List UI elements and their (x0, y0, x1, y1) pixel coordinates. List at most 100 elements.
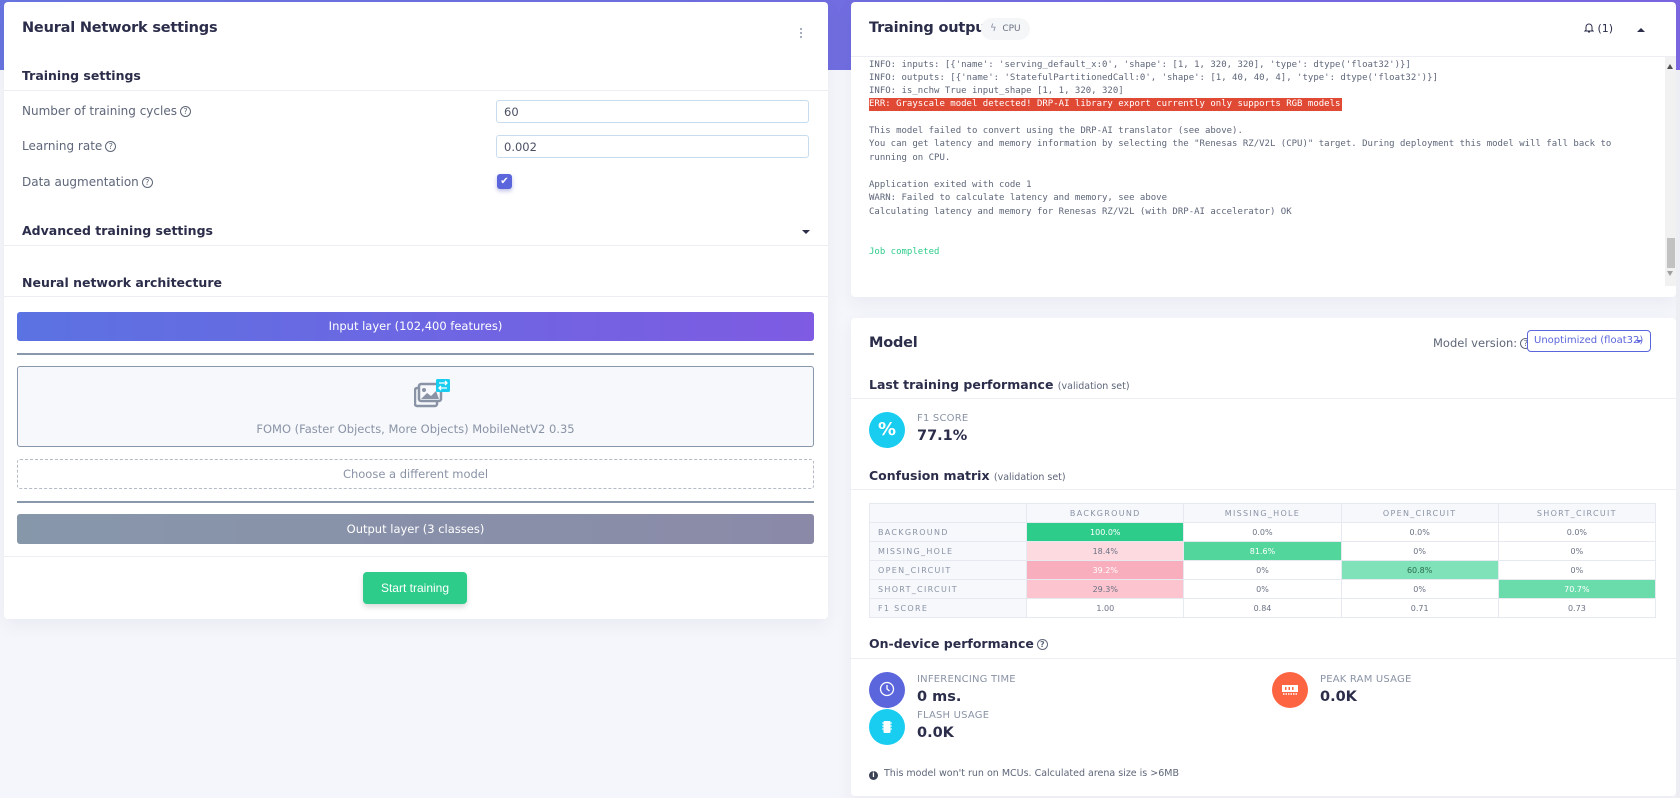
training-log[interactable]: ' '' ' ' ' ' INFO: inputs: [{'name': 'se… (851, 56, 1676, 286)
card-title: Neural Network settings (22, 20, 218, 36)
table-row: MISSING_HOLE 18.4% 81.6% 0% 0% (868, 541, 1657, 561)
matrix-cell: 0% (1497, 541, 1657, 561)
model-block[interactable]: FOMO (Faster Objects, More Objects) Mobi… (17, 366, 814, 447)
training-cycles-label: Number of training cycles? (22, 104, 191, 118)
matrix-cell: 0.71 (1340, 598, 1499, 618)
card-title: Model (869, 335, 918, 351)
model-card: Model Model version:? Unoptimized (float… (851, 318, 1676, 796)
divider (4, 90, 828, 91)
matrix-cell: 70.7% (1497, 579, 1657, 599)
row-header: BACKGROUND (868, 522, 1028, 542)
help-icon[interactable]: ? (105, 141, 117, 152)
bolt-icon: ϟ (990, 23, 997, 34)
row-header: MISSING_HOLE (868, 541, 1028, 561)
ram-icon (1272, 672, 1308, 708)
log-line-success: Job completed (869, 247, 940, 257)
f1-score-value: 77.1% (917, 428, 968, 444)
matrix-cell: 81.6% (1183, 541, 1342, 561)
scroll-up-icon[interactable] (1667, 64, 1673, 69)
output-layer-block: Output layer (3 classes) (17, 514, 814, 544)
help-icon[interactable]: ? (179, 106, 191, 117)
model-version-label: Model version:? (1433, 336, 1532, 350)
input-layer-block: Input layer (102,400 features) (17, 312, 814, 341)
row-header: F1 SCORE (868, 598, 1028, 618)
matrix-cell: 0% (1340, 579, 1499, 599)
last-training-performance-title: Last training performance (validation se… (869, 377, 1130, 392)
log-line: INFO: outputs: [{'name': 'StatefulPartit… (869, 73, 1438, 83)
matrix-cell: 0.0% (1497, 522, 1657, 542)
divider (851, 489, 1676, 490)
choose-different-model-button[interactable]: Choose a different model (17, 459, 814, 489)
training-output-card: Training output ϟ CPU (1) ' '' ' ' ' ' I… (851, 2, 1676, 297)
column-header: BACKGROUND (1026, 503, 1185, 523)
model-name: FOMO (Faster Objects, More Objects) Mobi… (256, 422, 575, 436)
matrix-cell: 39.2% (1026, 560, 1185, 580)
layer-connector (17, 353, 814, 355)
log-scrollbar[interactable] (1665, 57, 1676, 286)
scrollbar-thumb[interactable] (1667, 238, 1675, 268)
percent-icon: % (869, 412, 905, 448)
matrix-cell: 0.73 (1497, 598, 1657, 618)
matrix-cell: 0% (1183, 560, 1342, 580)
divider (851, 658, 1676, 659)
scrollbar-thumb[interactable] (1676, 0, 1680, 70)
log-line: INFO: inputs: [{'name': 'serving_default… (869, 60, 1411, 70)
help-icon[interactable]: ? (141, 177, 153, 188)
log-line: You can get latency and memory informati… (869, 139, 1612, 149)
more-options-icon[interactable] (796, 27, 806, 41)
column-header: OPEN_CIRCUIT (1340, 503, 1499, 523)
table-header-row: BACKGROUND MISSING_HOLE OPEN_CIRCUIT SHO… (868, 503, 1657, 523)
card-title: Training output (869, 20, 993, 36)
advanced-training-settings-toggle[interactable]: Advanced training settings (22, 223, 213, 238)
checkmark-icon: ✔ (500, 176, 509, 187)
log-line: Calculating latency and memory for Renes… (869, 207, 1292, 217)
page-scrollbar[interactable] (1676, 0, 1680, 798)
log-line: This model failed to convert using the D… (869, 126, 1243, 136)
chevron-down-icon[interactable] (802, 230, 810, 234)
log-line: WARN: Failed to calculate latency and me… (869, 193, 1168, 203)
log-line-error: ERR: Grayscale model detected! DRP-AI li… (869, 98, 1343, 111)
matrix-cell: 0% (1183, 579, 1342, 599)
log-line: running on CPU. (869, 153, 951, 163)
column-header: MISSING_HOLE (1183, 503, 1342, 523)
divider (4, 556, 828, 557)
row-header: SHORT_CIRCUIT (868, 579, 1028, 599)
matrix-cell: 29.3% (1026, 579, 1185, 599)
matrix-cell: 0% (1340, 541, 1499, 561)
f1-score-label: F1 SCORE (917, 413, 969, 424)
learning-rate-input[interactable] (496, 135, 809, 158)
bell-icon (1583, 23, 1595, 33)
table-row: F1 SCORE 1.00 0.84 0.71 0.73 (868, 598, 1657, 618)
matrix-cell: 18.4% (1026, 541, 1185, 561)
log-line: INFO: is_nchw True input_shape [1, 1, 32… (869, 86, 1124, 96)
divider (4, 296, 828, 297)
image-swap-icon (414, 379, 450, 408)
matrix-cell: 0% (1497, 560, 1657, 580)
start-training-button[interactable]: Start training (363, 572, 467, 604)
confusion-matrix: BACKGROUND MISSING_HOLE OPEN_CIRCUIT SHO… (868, 503, 1657, 618)
table-row: BACKGROUND 100.0% 0.0% 0.0% 0.0% (868, 522, 1657, 542)
notifications-button[interactable]: (1) (1583, 22, 1613, 35)
scroll-down-icon[interactable] (1667, 271, 1673, 276)
data-augmentation-checkbox[interactable]: ✔ (497, 174, 512, 189)
matrix-cell: 0.0% (1183, 522, 1342, 542)
chevron-down-icon (1636, 340, 1642, 343)
column-header: SHORT_CIRCUIT (1497, 503, 1657, 523)
inferencing-time-value: 0 ms. (917, 689, 962, 705)
peak-ram-value: 0.0K (1320, 689, 1357, 705)
chip-icon (869, 709, 905, 745)
collapse-icon[interactable] (1637, 28, 1645, 32)
on-device-performance-title: On-device performance? (869, 636, 1048, 651)
divider (851, 398, 1676, 399)
model-version-select[interactable]: Unoptimized (float32) (1527, 330, 1651, 352)
table-row: OPEN_CIRCUIT 39.2% 0% 60.8% 0% (868, 560, 1657, 580)
mcu-warning-note: i This model won't run on MCUs. Calculate… (869, 768, 1179, 780)
matrix-cell: 0.0% (1340, 522, 1499, 542)
training-cycles-input[interactable] (496, 100, 809, 123)
peak-ram-label: PEAK RAM USAGE (1320, 674, 1412, 685)
matrix-cell: 60.8% (1340, 560, 1499, 580)
help-icon[interactable]: ? (1036, 639, 1048, 650)
layer-connector (17, 501, 814, 503)
architecture-title: Neural network architecture (22, 275, 222, 290)
data-augmentation-label: Data augmentation? (22, 175, 153, 189)
